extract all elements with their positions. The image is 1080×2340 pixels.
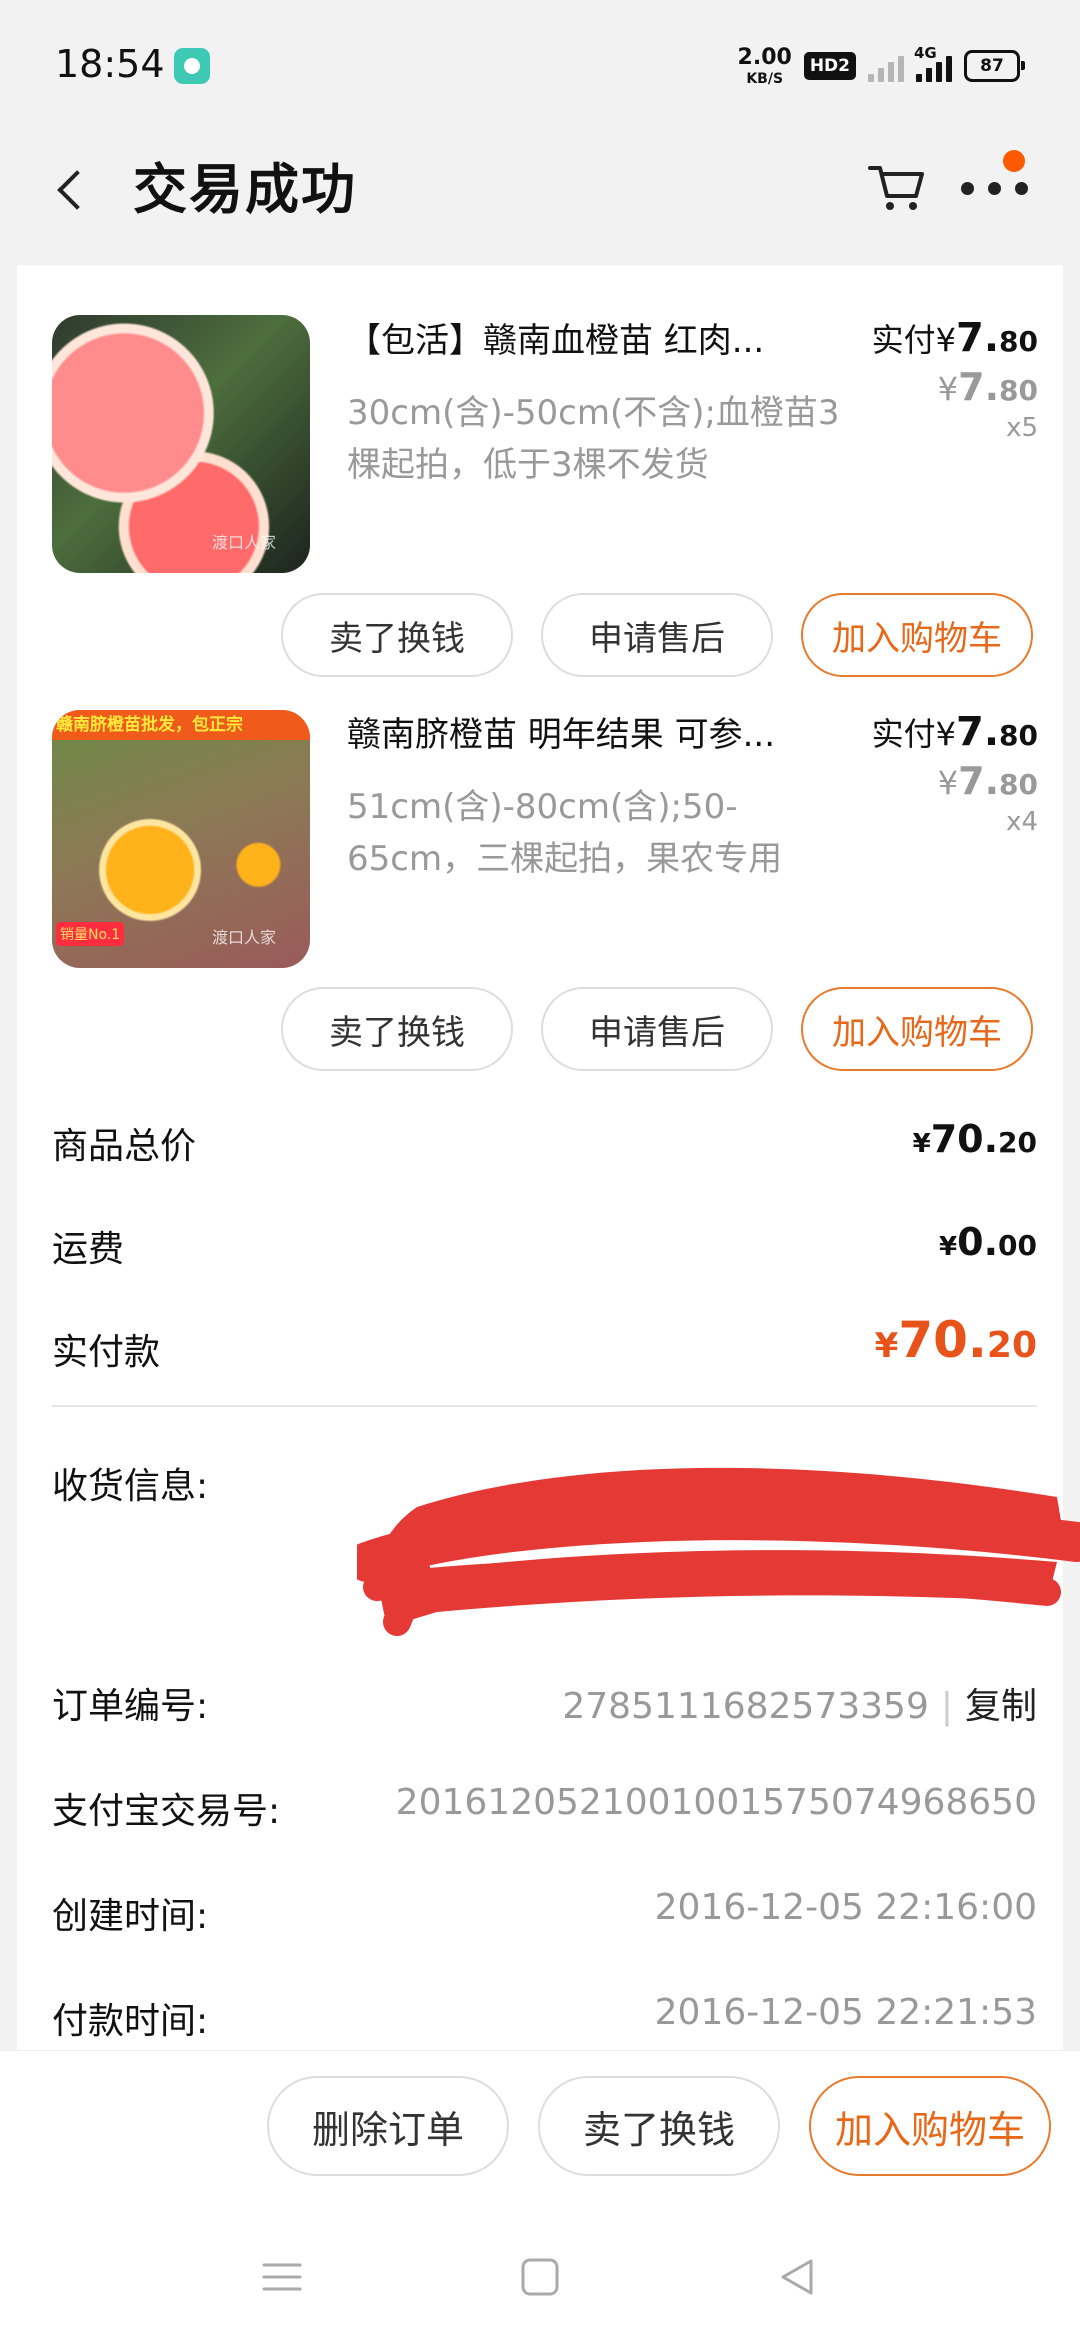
signal-sim2-icon: 4G [914, 44, 952, 82]
network-speed: 2.00 KB/S [737, 44, 792, 87]
image-sales-badge: 销量No.1 [56, 922, 125, 946]
network-speed-value: 2.00 [737, 44, 792, 70]
image-banner: 赣南脐橙苗批发，包正宗 [52, 710, 310, 740]
original-price: ¥7.80 [937, 365, 1038, 409]
goods-total-amount: ¥70.20 [912, 1117, 1037, 1161]
network-speed-unit: KB/S [746, 70, 784, 87]
paid-total-label: 实付款 [52, 1332, 161, 1373]
page-title: 交易成功 [133, 158, 357, 221]
status-indicators: 2.00 KB/S HD2 4G 87 [737, 44, 1025, 88]
bottom-action-bar: 删除订单 卖了换钱 加入购物车 [0, 2050, 1080, 2201]
status-time: 18:54 [55, 42, 165, 86]
order-card: 渡口人家 【包活】赣南血橙苗 红肉... 30cm(含)-50cm(不含);血橙… [17, 265, 1080, 2050]
quantity: x5 [1006, 413, 1038, 443]
image-watermark: 渡口人家 [212, 533, 277, 552]
status-bar: 18:54 2.00 KB/S HD2 4G 87 [0, 0, 1080, 130]
signal-sim1-icon [868, 50, 904, 82]
network-type: 4G [914, 44, 937, 62]
sell-button[interactable]: 卖了换钱 [281, 593, 513, 677]
product-spec: 30cm(含)-50cm(不含);血橙苗3棵起拍，低于3棵不发货 [347, 393, 840, 485]
paid-price: 实付¥7.80 [871, 315, 1038, 361]
add-to-cart-button[interactable]: 加入购物车 [801, 987, 1033, 1071]
header: 交易成功 [0, 130, 1080, 265]
original-price: ¥7.80 [937, 759, 1038, 803]
product-title[interactable]: 【包活】赣南血橙苗 红肉... [347, 313, 847, 362]
price-column: 实付¥7.80 ¥7.80 x4 [872, 709, 1038, 837]
add-to-cart-button[interactable]: 加入购物车 [801, 593, 1033, 677]
order-number-value: 2785111682573359 | 复制 [562, 1686, 1037, 1727]
created-time-label: 创建时间: [52, 1896, 209, 1937]
battery-icon: 87 [964, 50, 1025, 82]
paid-time-label: 付款时间: [52, 2001, 209, 2042]
item-actions: 卖了换钱 申请售后 加入购物车 [281, 593, 1033, 677]
paid-total-row: 实付款 ¥70.20 [52, 1311, 1037, 1383]
back-button[interactable] [45, 160, 105, 220]
home-icon[interactable] [518, 2255, 562, 2299]
receiver-label: 收货信息: [52, 1466, 209, 1507]
add-to-cart-button[interactable]: 加入购物车 [809, 2076, 1051, 2176]
after-sale-button[interactable]: 申请售后 [541, 593, 773, 677]
product-image[interactable]: 赣南脐橙苗批发，包正宗 销量No.1 渡口人家 [52, 710, 310, 968]
order-number-row: 订单编号: 2785111682573359 | 复制 [52, 1677, 1037, 1737]
shipping-row: 运费 ¥0.00 [52, 1220, 1037, 1280]
goods-total-label: 商品总价 [52, 1126, 197, 1167]
receiver-info-row: 收货信息: [52, 1457, 1080, 1657]
price-column: 实付¥7.80 ¥7.80 x5 [872, 315, 1038, 443]
divider [52, 1405, 1037, 1407]
delete-order-button[interactable]: 删除订单 [267, 2076, 509, 2176]
shipping-amount: ¥0.00 [939, 1220, 1037, 1264]
product-spec: 51cm(含)-80cm(含);50-65cm，三棵起拍，果农专用 [347, 787, 783, 879]
order-number-label: 订单编号: [52, 1686, 209, 1727]
order-item: 赣南脐橙苗批发，包正宗 销量No.1 渡口人家 赣南脐橙苗 明年结果 可参...… [17, 685, 1063, 1080]
item-actions: 卖了换钱 申请售后 加入购物车 [281, 987, 1033, 1071]
redaction-scribble [357, 1467, 1080, 1636]
more-options-button[interactable] [955, 150, 1035, 222]
after-sale-button[interactable]: 申请售后 [541, 987, 773, 1071]
cart-icon[interactable] [860, 150, 932, 222]
order-item: 渡口人家 【包活】赣南血橙苗 红肉... 30cm(含)-50cm(不含);血橙… [17, 265, 1063, 685]
sell-button[interactable]: 卖了换钱 [538, 2076, 780, 2176]
hd-voice-badge: HD2 [803, 52, 856, 80]
alipay-number-value: 2016120521001001575074968650 [395, 1782, 1037, 1823]
quantity: x4 [1006, 807, 1038, 837]
image-watermark: 渡口人家 [212, 928, 277, 947]
notification-dot [1003, 150, 1025, 172]
alipay-number-row: 支付宝交易号: 2016120521001001575074968650 [52, 1782, 1037, 1842]
alipay-number-label: 支付宝交易号: [52, 1791, 281, 1832]
paid-total-amount: ¥70.20 [874, 1311, 1037, 1369]
sell-button[interactable]: 卖了换钱 [281, 987, 513, 1071]
more-icon [961, 182, 1028, 195]
product-title[interactable]: 赣南脐橙苗 明年结果 可参... [347, 707, 847, 756]
shipping-label: 运费 [52, 1229, 125, 1270]
system-nav-bar [0, 2200, 1080, 2340]
back-triangle-icon[interactable] [775, 2255, 819, 2299]
menu-icon[interactable] [260, 2255, 304, 2299]
paid-price: 实付¥7.80 [871, 709, 1038, 755]
created-time-row: 创建时间: 2016-12-05 22:16:00 [52, 1887, 1037, 1947]
product-image[interactable]: 渡口人家 [52, 315, 310, 573]
copy-button[interactable]: 复制 [965, 1686, 1037, 1727]
goods-total-row: 商品总价 ¥70.20 [52, 1117, 1037, 1177]
paid-time-value: 2016-12-05 22:21:53 [654, 1992, 1037, 2033]
created-time-value: 2016-12-05 22:16:00 [654, 1887, 1037, 1928]
app-notification-icon [174, 48, 210, 84]
paid-time-row: 付款时间: 2016-12-05 22:21:53 [52, 1992, 1037, 2050]
